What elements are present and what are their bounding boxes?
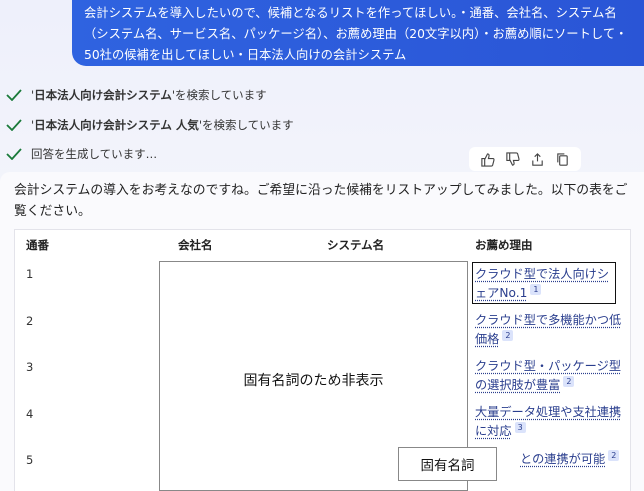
- reason-link[interactable]: クラウド型で法人向けシェアNo.1: [475, 267, 609, 300]
- row-num: 5: [26, 453, 34, 467]
- row-num: 1: [26, 267, 34, 281]
- header-num: 通番: [26, 238, 49, 252]
- redaction-label-small: 固有名詞: [420, 458, 475, 474]
- citation-badge[interactable]: 2: [502, 330, 514, 341]
- step-suffix: を検索しています: [202, 118, 294, 132]
- search-query: 日本法人向け会計システム 人気: [34, 118, 199, 132]
- reason-cell: クラウド型で多機能かつ低価格 2: [475, 311, 625, 349]
- search-query: 日本法人向け会計システム: [34, 88, 172, 102]
- header-reason: お薦め理由: [475, 238, 533, 252]
- progress-step-1: '日本法人向け会計システム' を検索しています: [6, 86, 267, 104]
- check-icon: [6, 89, 22, 101]
- step-text: 回答を生成しています…: [31, 147, 158, 161]
- header-system: システム名: [327, 238, 385, 252]
- header-company: 会社名: [178, 238, 213, 252]
- redaction-box-small: 固有名詞: [398, 447, 497, 481]
- citation-badge[interactable]: 1: [530, 284, 542, 295]
- reason-cell: クラウド型・パッケージ型の選択肢が豊富 2: [475, 357, 625, 395]
- reason-cell: クラウド型で法人向けシェアNo.1 1: [472, 262, 616, 305]
- citation-badge[interactable]: 2: [563, 376, 575, 387]
- reason-cell: 大量データ処理や支社連携に対応 3: [475, 403, 625, 441]
- row-num: 3: [26, 360, 34, 374]
- copy-icon[interactable]: [554, 150, 572, 168]
- check-icon: [6, 148, 22, 160]
- reason-link[interactable]: クラウド型で多機能かつ低価格: [475, 313, 621, 346]
- reason-link[interactable]: との連携が可能: [520, 452, 605, 466]
- user-message-bubble: 会計システムを導入したいので、候補となるリストを作ってほしい。・通番、会社名、シ…: [72, 0, 644, 66]
- message-actions: [469, 147, 581, 171]
- check-icon: [6, 119, 22, 131]
- thumbs-up-icon[interactable]: [479, 150, 497, 168]
- row-num: 4: [26, 407, 34, 421]
- reason-link[interactable]: クラウド型・パッケージ型の選択肢が豊富: [475, 359, 621, 392]
- user-message-text: 会計システムを導入したいので、候補となるリストを作ってほしい。・通番、会社名、シ…: [84, 6, 628, 62]
- progress-step-3: 回答を生成しています…: [6, 145, 157, 163]
- thumbs-down-icon[interactable]: [504, 150, 522, 168]
- share-icon[interactable]: [529, 150, 547, 168]
- reason-link[interactable]: 大量データ処理や支社連携に対応: [475, 405, 621, 438]
- citation-badge[interactable]: 3: [514, 422, 526, 433]
- redaction-label: 固有名詞のため非表示: [243, 373, 384, 389]
- progress-step-2: '日本法人向け会計システム 人気' を検索しています: [6, 116, 294, 134]
- answer-intro: 会計システムの導入をお考えなのですね。ご希望に沿った候補をリストアップしてみまし…: [14, 183, 628, 219]
- reason-cell: との連携が可能 2: [520, 450, 620, 469]
- row-num: 2: [26, 314, 34, 328]
- step-suffix: を検索しています: [175, 88, 267, 102]
- citation-badge[interactable]: 2: [608, 450, 620, 461]
